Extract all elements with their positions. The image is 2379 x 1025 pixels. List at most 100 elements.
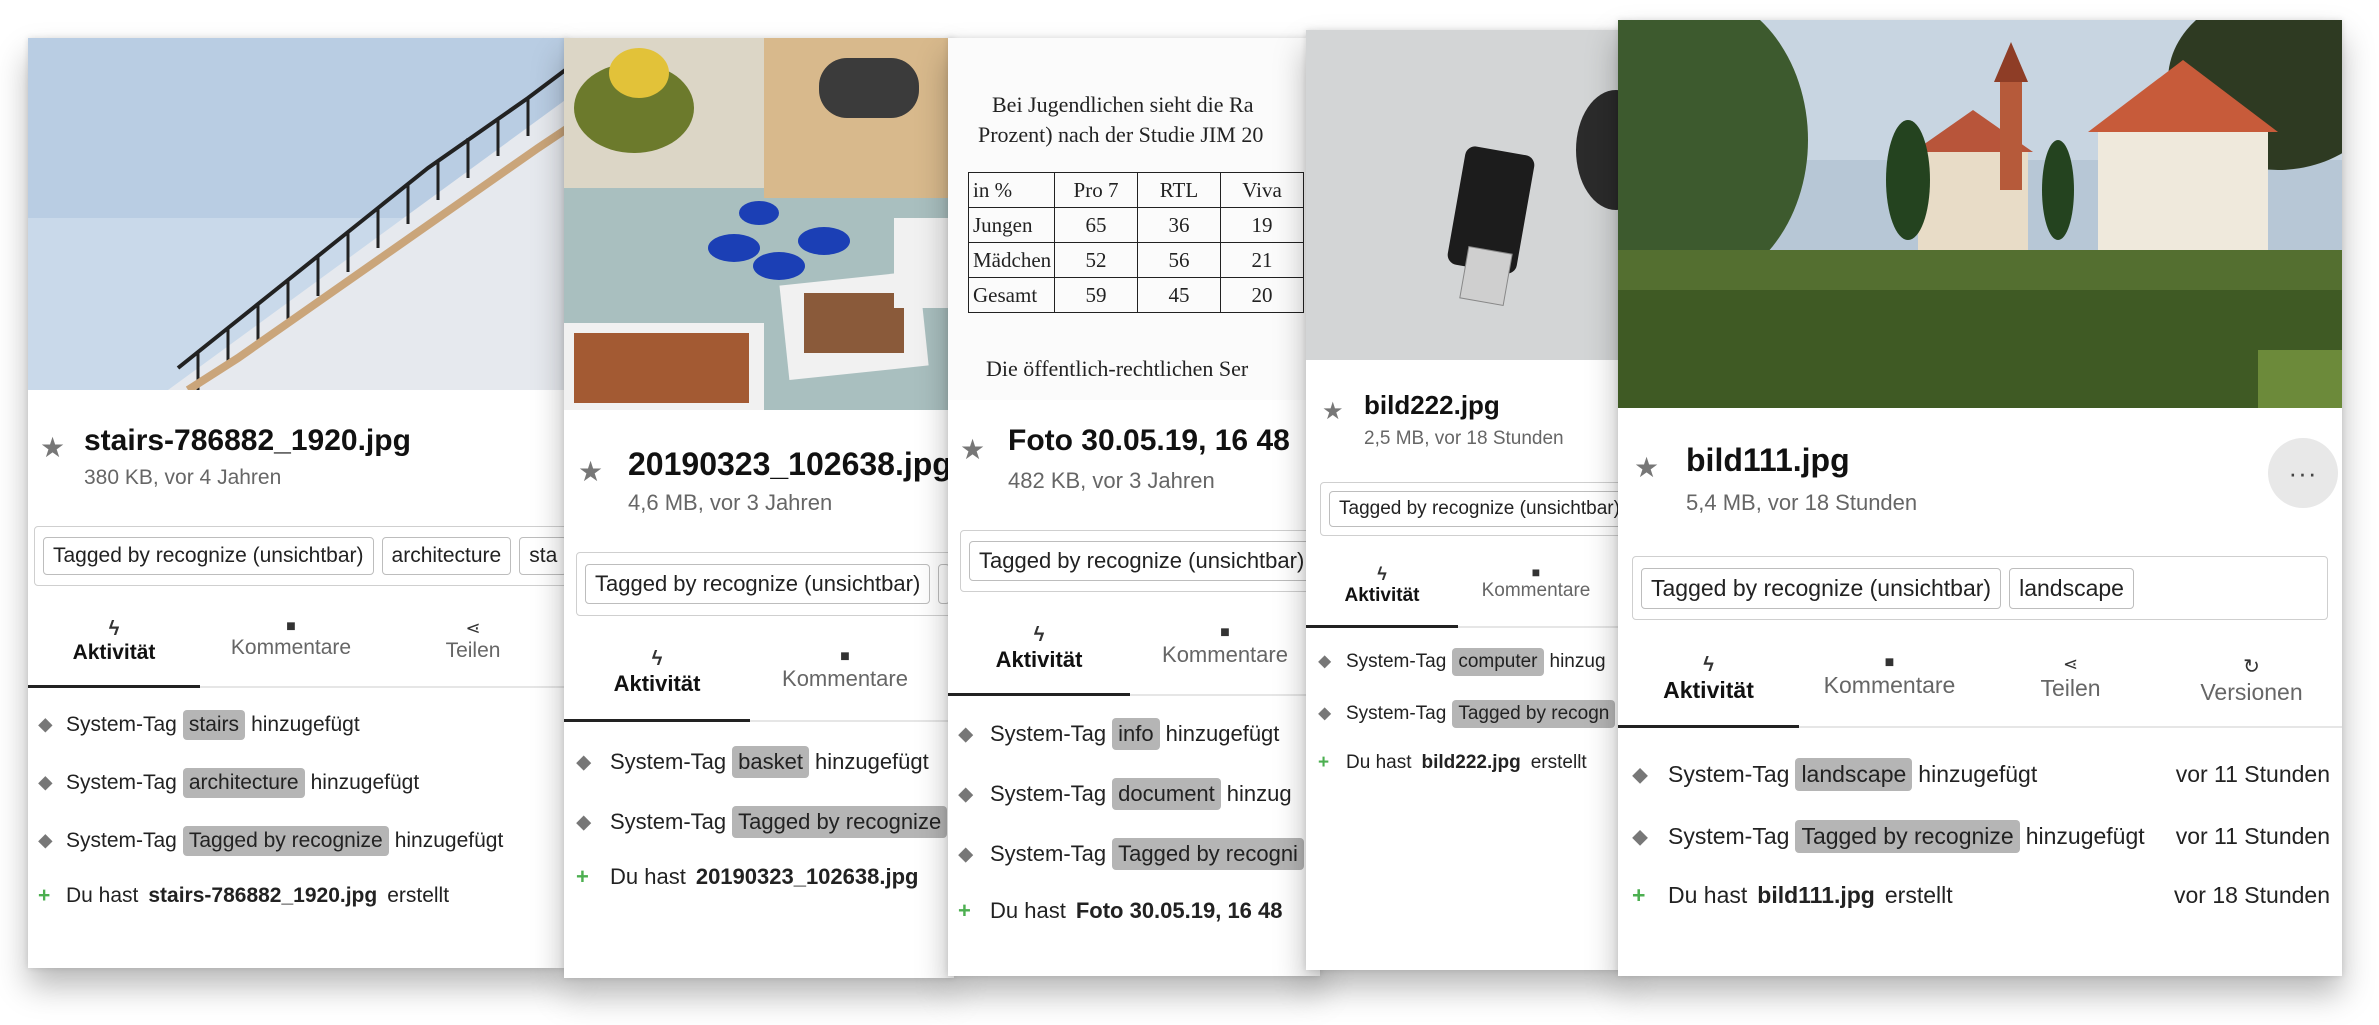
activity-text: erstellt [387,884,450,907]
tab-comments[interactable]: ■ Kommentare [1458,556,1614,626]
tag-chip[interactable]: Tagged by recognize (unsichtbar) [585,564,931,604]
file-link[interactable]: bild111.jpg [1757,882,1875,909]
activity-entry: ⬥ System-Tag basket hinzugefügt [564,746,954,778]
activity-text: System-Tag [1346,703,1447,724]
plus-icon: + [1318,752,1330,773]
activity-entry: ⬥ System-Tag architecture hinzugefügt [28,768,568,798]
more-icon: ··· [2288,457,2318,488]
file-link[interactable]: bild222.jpg [1421,752,1520,774]
tag-icon: ⬥ [1632,761,1649,787]
doc-heading: Prozent) nach der Studie JIM 20 [978,122,1264,147]
preview-image-document[interactable]: Bei Jugendlichen sieht die Ra Prozent) n… [948,38,1320,400]
doc-cell: Gesamt [968,277,1055,313]
tab-comments[interactable]: ■ Kommentare [1799,644,1980,726]
tag-chip[interactable]: Tagged by recognize (unsichtbar) [1329,491,1626,527]
tab-comments[interactable]: ■ Kommentare [1130,616,1320,694]
tab-label: Aktivität [1663,677,1754,703]
comment-icon: ■ [1531,564,1541,580]
tab-activity[interactable]: ϟ Aktivität [1618,644,1799,728]
tab-comments[interactable]: ■ Kommentare [200,610,382,686]
activity-text: erstellt [1530,752,1587,773]
doc-cell: RTL [1137,172,1221,208]
preview-image-stairs[interactable] [28,38,568,390]
tag-selector[interactable]: Tagged by recognize (unsichtbar) landsca… [1632,556,2328,620]
activity-tag: Tagged by recognize [1795,820,2020,853]
sidebar-tabs: ϟ Aktivität ■ Kommentare [948,616,1320,696]
tab-label: Kommentare [1823,672,1956,698]
activity-entry: + Du hast 20190323_102638.jpg [564,864,954,890]
tag-selector[interactable]: Tagged by recognize (unsichtbar) [576,552,954,616]
tab-share[interactable]: ⋖ Teilen [1980,644,2161,726]
file-name: bild222.jpg [1364,390,1500,420]
activity-text: System-Tag [610,749,727,774]
tag-icon: ⬥ [38,713,53,736]
file-link[interactable]: stairs-786882_1920.jpg [148,884,377,908]
plus-icon: + [576,864,589,889]
tab-activity[interactable]: ϟ Aktivität [28,610,200,688]
file-link[interactable]: Foto 30.05.19, 16 48 [1076,898,1283,924]
activity-entry: ⬥ System-Tag stairs hinzugefügt [28,710,568,740]
activity-entry: + Du hast bild111.jpg erstellt vor 18 St… [1618,882,2342,909]
tag-selector[interactable]: Tagged by recognize (unsichtbar) archite… [34,526,568,586]
doc-cell: Pro 7 [1054,172,1138,208]
tag-chip[interactable]: landscape [2009,567,2134,609]
favorite-star-icon[interactable]: ★ [1634,454,1659,482]
activity-text: System-Tag [610,809,727,834]
favorite-star-icon[interactable]: ★ [1322,400,1344,424]
tag-icon: ⬥ [1632,823,1649,849]
tag-chip[interactable]: Tagged by recognize (unsichtbar) [43,537,374,575]
activity-text: Du hast [1668,882,1748,908]
doc-cell: in % [968,172,1055,208]
doc-table: in % Pro 7 RTL Viva Jungen 65 36 19 Mädc… [968,172,1304,313]
activity-text: hinzug [1549,651,1606,672]
activity-text: System-Tag [990,841,1107,866]
activity-text: System-Tag [66,829,177,852]
preview-image-usb[interactable] [1306,30,1626,360]
tab-label: Versionen [2200,679,2303,705]
tag-selector[interactable]: Tagged by recognize (unsichtbar) [960,530,1320,592]
activity-text: System-Tag [66,713,177,736]
file-card-bild222: ★ bild222.jpg 2,5 MB, vor 18 Stunden Tag… [1306,30,1626,970]
favorite-star-icon[interactable]: ★ [960,436,985,464]
activity-entry: ⬥ System-Tag Tagged by recognize hinzuge… [28,826,568,856]
activity-text: Du hast [610,864,686,889]
sidebar-tabs: ϟ Aktivität ■ Kommentare [1306,556,1626,628]
activity-entry: ⬥ System-Tag computer hinzug [1306,648,1626,676]
tab-comments[interactable]: ■ Kommentare [750,638,940,720]
tag-chip[interactable]: Tagged by recognize (unsichtbar) [1641,567,2002,609]
tab-activity[interactable]: ϟ Aktivität [948,616,1130,696]
tag-selector[interactable]: Tagged by recognize (unsichtbar) [1320,482,1626,536]
tab-label: Kommentare [1481,580,1591,601]
preview-image-landscape[interactable] [1618,20,2342,408]
tag-icon: ⬥ [958,841,974,866]
activity-entry: ⬥ System-Tag Tagged by recognize [564,806,954,838]
doc-cell: 36 [1137,207,1221,243]
tag-chip[interactable]: sta [519,537,568,575]
more-actions-button[interactable]: ··· [2268,438,2338,508]
file-name: bild111.jpg [1686,442,1850,478]
tab-label: Aktivität [995,647,1083,672]
favorite-star-icon[interactable]: ★ [40,434,65,462]
activity-entry: ⬥ System-Tag Tagged by recogn [1306,700,1626,728]
tag-icon: ⬥ [958,721,974,746]
favorite-star-icon[interactable]: ★ [578,458,603,486]
tab-activity[interactable]: ϟ Aktivität [1306,556,1458,628]
file-meta: 380 KB, vor 4 Jahren [84,466,282,489]
preview-image-keys[interactable] [564,38,954,410]
tab-label: Kommentare [1162,642,1288,667]
activity-tag: Tagged by recognize [732,806,948,838]
history-icon: ↻ [2243,656,2260,678]
tab-label: Kommentare [782,666,908,691]
activity-text: System-Tag [1668,823,1790,849]
doc-footer: Die öffentlich-rechtlichen Ser [986,356,1249,381]
tab-activity[interactable]: ϟ Aktivität [564,638,750,722]
activity-text: hinzug [1226,781,1292,806]
file-link[interactable]: 20190323_102638.jpg [696,864,919,890]
tag-chip[interactable]: architecture [381,537,512,575]
tag-chip[interactable]: Tagged by recognize (unsichtbar) [969,541,1315,581]
plus-icon: + [958,898,971,923]
tab-versions[interactable]: ↻ Versionen [2161,644,2342,726]
tab-share[interactable]: ⋖ Teilen [382,610,564,686]
activity-entry: ⬥ System-Tag document hinzug [948,778,1320,810]
tag-icon: ⬥ [576,809,592,834]
